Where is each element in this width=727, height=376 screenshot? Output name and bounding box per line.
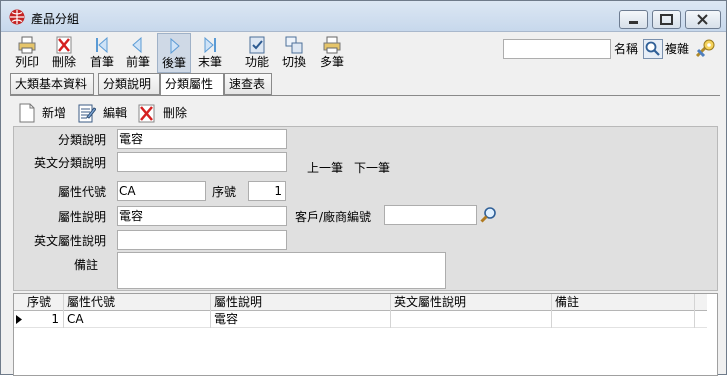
prev-record-icon [132,36,142,54]
minimize-button[interactable] [619,10,648,29]
seq-label: 序號 [212,185,237,199]
grid-header-english-attr-desc[interactable]: 英文屬性說明 [391,294,552,311]
delete-record-button[interactable]: 刪除 [163,101,187,125]
english-attr-desc-label: 英文屬性說明 [33,234,106,248]
english-attr-desc-field[interactable] [117,230,287,250]
edit-icon[interactable] [78,103,96,123]
attr-code-field[interactable]: CA [117,181,206,201]
tab-category-attr[interactable]: 分類屬性 [160,73,224,96]
category-desc-label: 分類說明 [57,133,106,147]
maximize-button[interactable] [652,10,681,29]
grid-header-seq[interactable]: 序號 [24,294,64,311]
multi-record-button[interactable]: 多筆 [315,33,349,73]
tab-category-basic[interactable]: 大類基本資料 [10,73,94,95]
name-search-label: 名稱 [614,42,639,56]
category-desc-field[interactable]: 電容 [117,129,287,149]
search-input[interactable] [503,39,611,59]
english-category-desc-field[interactable] [117,152,287,172]
next-record-button[interactable]: 後筆 [157,33,191,73]
new-document-icon[interactable] [19,103,35,123]
attr-code-label: 屬性代號 [57,185,106,199]
tools-icon[interactable] [694,38,716,60]
grid-cell-attr-desc[interactable]: 電容 [211,311,391,328]
grid-cell-english-attr-desc[interactable] [391,311,552,328]
attributes-grid: 序號 屬性代號 屬性說明 英文屬性說明 備註 1 CA 電容 [13,293,718,376]
english-category-desc-label: 英文分類說明 [33,156,106,170]
tab-category-desc[interactable]: 分類說明 [98,73,160,95]
grid-header-attr-desc[interactable]: 屬性說明 [211,294,391,311]
attr-desc-label: 屬性說明 [57,210,106,224]
complex-search-label[interactable]: 複雜 [665,37,689,61]
printer-icon [18,36,36,54]
close-button[interactable] [685,10,721,29]
form-panel: 分類說明 電容 英文分類說明 上一筆 下一筆 屬性代號 CA 序號 1 屬性說明… [13,126,718,291]
grid-cell-remark[interactable] [552,311,695,328]
title-bar: 產品分組 [1,1,726,32]
print-button[interactable]: 列印 [10,33,44,73]
customer-code-field[interactable] [384,205,477,225]
remark-field[interactable] [117,252,446,289]
app-window: 產品分組 列印 刪除 首筆 前筆 後筆 末筆 功能 切換 多筆 名稱 複雜 大類… [0,0,727,376]
grid-cell-attr-code[interactable]: CA [64,311,211,328]
maximize-icon [660,14,673,25]
delete-record-icon[interactable] [138,104,156,123]
grid-header-attr-code[interactable]: 屬性代號 [64,294,211,311]
attr-desc-field[interactable]: 電容 [117,206,287,226]
last-record-icon [204,36,216,54]
last-record-button[interactable]: 末筆 [193,33,227,73]
search-icon[interactable] [643,39,663,59]
multi-record-icon [323,36,341,54]
app-logo-icon [9,9,25,25]
add-button[interactable]: 新增 [42,101,66,125]
remark-label: 備註 [73,258,98,272]
grid-header-remark[interactable]: 備註 [552,294,695,311]
tab-divider [10,95,720,96]
edit-button[interactable]: 編輯 [103,101,127,125]
first-record-button[interactable]: 首筆 [85,33,119,73]
grid-header: 序號 屬性代號 屬性說明 英文屬性說明 備註 [14,294,707,311]
customer-lookup-icon[interactable] [480,206,498,224]
function-button[interactable]: 功能 [240,33,274,73]
next-record-icon [170,37,180,55]
close-icon [697,14,708,25]
customer-code-label: 客戶/廠商編號 [295,210,372,224]
next-record-link[interactable]: 下一筆 [354,160,390,176]
first-record-icon [96,36,108,54]
window-title: 產品分組 [31,12,80,26]
minimize-icon [629,21,638,24]
delete-button[interactable]: 刪除 [47,33,81,73]
prev-record-link[interactable]: 上一筆 [307,160,343,176]
prev-record-button[interactable]: 前筆 [121,33,155,73]
delete-icon [56,36,72,54]
grid-cell-seq[interactable]: 1 [24,311,64,328]
switch-icon [285,36,303,54]
function-icon [249,36,265,54]
table-row[interactable]: 1 CA 電容 [14,311,707,328]
tab-quick-lookup[interactable]: 速查表 [224,73,272,95]
switch-button[interactable]: 切換 [277,33,311,73]
seq-field[interactable]: 1 [248,181,286,201]
